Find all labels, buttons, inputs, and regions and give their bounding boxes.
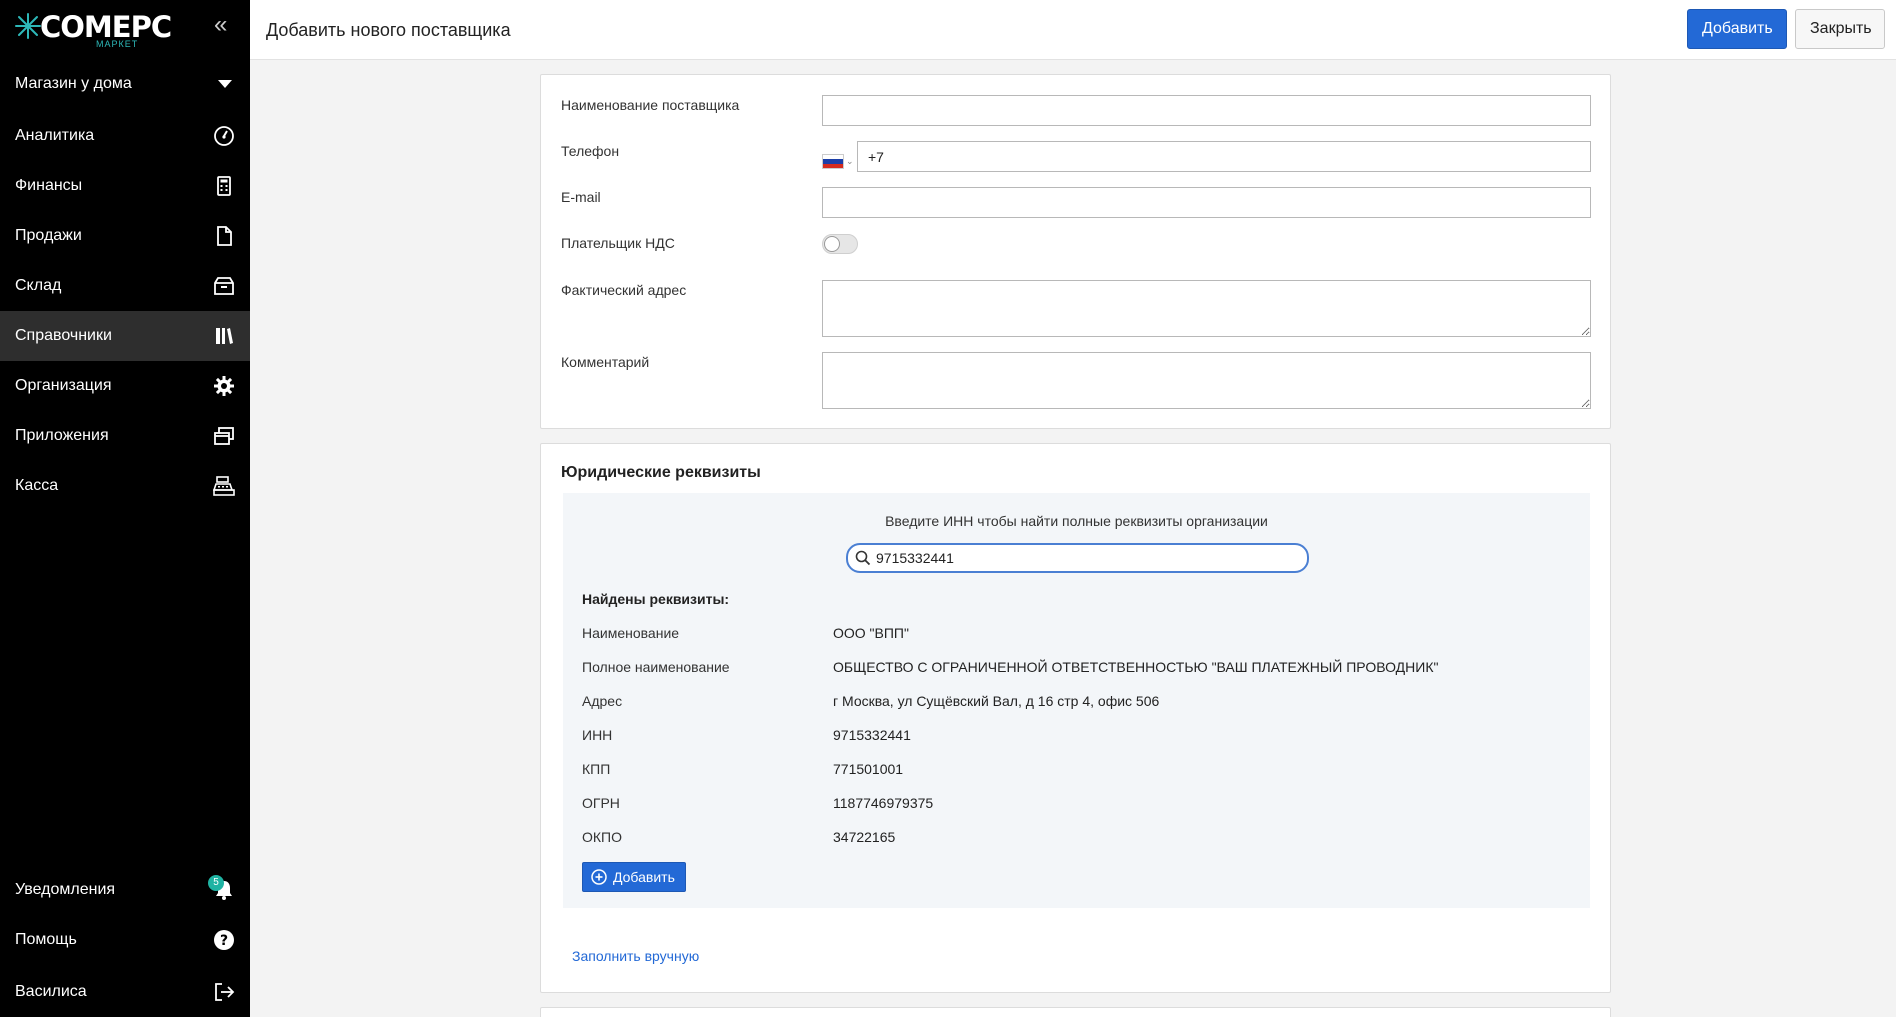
next-panel [540,1007,1611,1017]
sidebar-item-sales[interactable]: Продажи [0,211,250,261]
close-button[interactable]: Закрыть [1795,9,1885,49]
vat-payer-label: Плательщик НДС [561,235,675,251]
sidebar-item-label: Приложения [15,427,109,444]
req-value-name: ООО "ВПП" [833,625,909,641]
phone-input[interactable] [857,141,1591,172]
sidebar-item-label: Финансы [15,177,83,194]
store-name: Магазин у дома [15,75,132,92]
comment-label: Комментарий [561,354,650,370]
add-details-label: Добавить [613,869,675,885]
req-label-name: Наименование [582,625,680,641]
sidebar-item-user[interactable]: Василиса [0,967,250,1017]
chevron-down-icon: ⌄ [846,156,854,166]
sidebar-item-references[interactable]: Справочники [0,311,250,361]
svg-text:?: ? [220,933,228,949]
sidebar-item-label: Аналитика [15,127,95,144]
req-label-ogrn: ОГРН [582,795,620,811]
box-icon [213,275,235,297]
help-icon: ? [213,929,235,951]
sidebar-item-warehouse[interactable]: Склад [0,261,250,311]
phone-country-select[interactable]: ⌄ [822,146,858,177]
legal-details-panel: Юридические реквизиты Введите ИНН чтобы … [540,443,1611,993]
user-name: Василиса [15,983,87,1000]
legal-details-title: Юридические реквизиты [561,464,761,481]
supplier-form-panel: Наименование поставщика Телефон ⌄ E-mail… [540,74,1611,429]
email-input[interactable] [822,187,1591,218]
sidebar-item-analytics[interactable]: Аналитика [0,111,250,161]
req-label-kpp: КПП [582,761,611,777]
sidebar-item-finance[interactable]: Финансы [0,161,250,211]
logout-icon[interactable] [213,981,235,1003]
toggle-knob [824,236,840,252]
phone-label: Телефон [561,143,620,159]
sidebar-item-label: Организация [15,377,112,394]
collapse-sidebar-icon[interactable]: « [214,13,236,37]
add-supplier-button[interactable]: Добавить [1687,9,1787,49]
req-label-okpo: ОКПО [582,829,622,845]
logo-subtitle: МАРКЕТ [96,39,139,49]
req-value-inn: 9715332441 [833,727,911,743]
sidebar-item-label: Уведомления [15,881,116,898]
top-bar: Добавить нового поставщика Добавить Закр… [250,0,1896,60]
req-label-address: Адрес [582,693,623,709]
supplier-name-label: Наименование поставщика [561,97,740,113]
sidebar-item-apps[interactable]: Приложения [0,411,250,461]
add-details-button[interactable]: Добавить [582,862,686,892]
store-selector[interactable]: Магазин у дома [0,64,250,104]
notifications-badge: 5 [208,875,224,891]
logo[interactable]: COMEPC МАРКЕТ [14,8,172,52]
document-icon [213,225,235,247]
req-value-kpp: 771501001 [833,761,904,777]
page-title: Добавить нового поставщика [266,20,511,40]
sidebar-item-notifications[interactable]: Уведомления 5 [0,865,250,915]
req-value-okpo: 34722165 [833,829,896,845]
inn-search-box: Введите ИНН чтобы найти полные реквизиты… [563,493,1590,908]
sidebar: COMEPC МАРКЕТ « Магазин у дома Аналитика… [0,0,250,1017]
req-label-inn: ИНН [582,727,613,743]
sidebar-item-label: Продажи [15,227,82,244]
sidebar-item-label: Помощь [15,931,77,948]
supplier-name-input[interactable] [822,95,1591,126]
sidebar-item-organization[interactable]: Организация [0,361,250,411]
fill-manually-link[interactable]: Заполнить вручную [572,948,699,964]
sidebar-item-label: Справочники [15,327,112,344]
caret-down-icon [218,80,232,88]
req-label-full-name: Полное наименование [582,659,730,675]
sidebar-item-label: Касса [15,477,59,494]
sidebar-item-help[interactable]: Помощь ? [0,915,250,965]
inn-search-field[interactable] [846,543,1309,573]
sidebar-item-label: Склад [15,277,62,294]
req-value-address: г Москва, ул Сущёвский Вал, д 16 стр 4, … [833,693,1160,709]
gear-icon [213,375,235,397]
plus-circle-icon [591,869,607,885]
cash-register-icon [212,475,235,497]
email-label: E-mail [561,189,601,205]
comment-textarea[interactable] [822,352,1591,409]
books-icon [213,325,235,347]
search-icon [855,550,871,566]
gauge-icon [213,125,235,147]
inn-search-input[interactable] [876,547,1296,569]
sidebar-item-cashbox[interactable]: Касса [0,461,250,511]
windows-icon [213,425,235,447]
russia-flag-icon [822,154,844,169]
logo-star-icon [15,13,41,39]
actual-address-textarea[interactable] [822,280,1591,337]
inn-search-hint: Введите ИНН чтобы найти полные реквизиты… [885,513,1268,529]
actual-address-label: Фактический адрес [561,282,687,298]
found-details-title: Найдены реквизиты: [582,591,730,607]
req-value-ogrn: 1187746979375 [833,795,934,811]
vat-payer-toggle[interactable] [822,234,858,254]
calculator-icon [213,175,235,197]
req-value-full-name: ОБЩЕСТВО С ОГРАНИЧЕННОЙ ОТВЕТСТВЕННОСТЬЮ… [833,659,1439,675]
